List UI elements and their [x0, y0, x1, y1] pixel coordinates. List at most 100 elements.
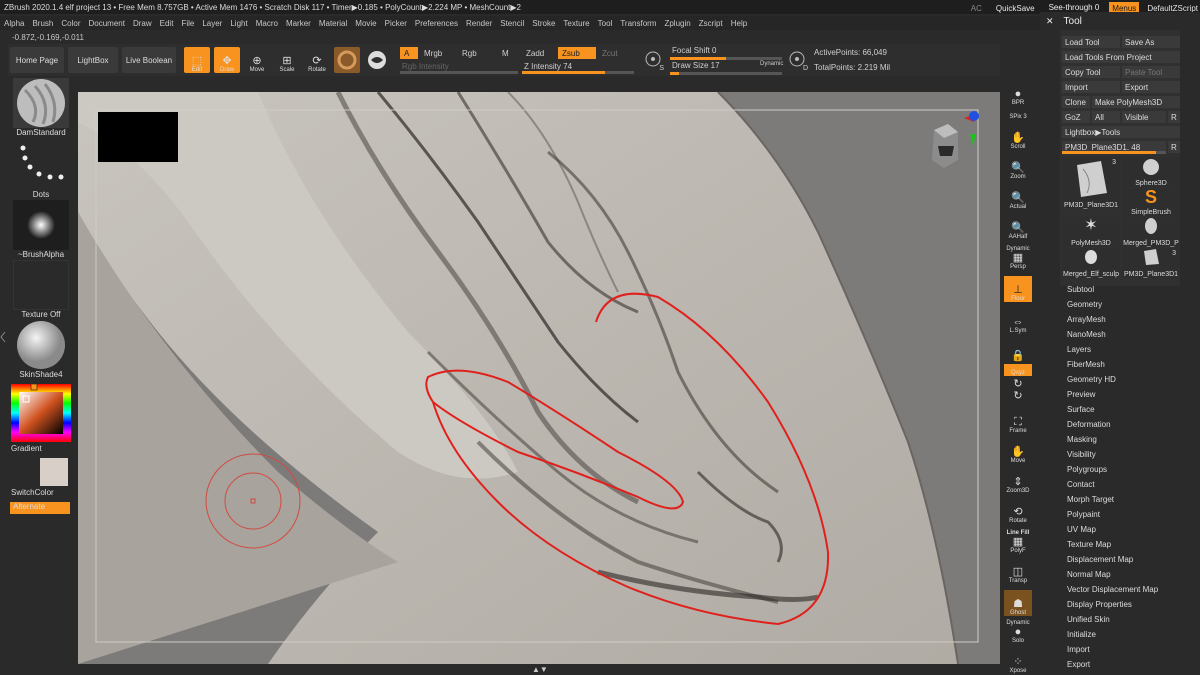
menu-layer[interactable]: Layer [198, 19, 226, 28]
draw-size-track[interactable] [670, 72, 782, 75]
save-as-button[interactable]: Save As [1122, 36, 1180, 48]
left-dock-handle[interactable] [0, 330, 6, 344]
zsub-toggle[interactable]: Zsub [558, 47, 596, 59]
live-boolean-button[interactable]: Live Boolean [122, 47, 176, 73]
menu-macro[interactable]: Macro [252, 19, 282, 28]
alpha-slot[interactable]: ~BrushAlpha [11, 200, 71, 259]
subpalette-subtool[interactable]: Subtool [1067, 285, 1094, 294]
draw-size-slider[interactable]: Draw Size 17 [672, 61, 720, 70]
floor-button[interactable]: ⊥ Floor [1004, 276, 1032, 302]
subpalette-export[interactable]: Export [1067, 660, 1090, 669]
subpalette-nanomesh[interactable]: NanoMesh [1067, 330, 1106, 339]
lock-button[interactable]: 🔒 [1004, 336, 1032, 362]
goz-r-button[interactable]: R [1168, 111, 1180, 123]
menu-stroke[interactable]: Stroke [528, 19, 559, 28]
material-swatch-button[interactable] [334, 47, 360, 73]
rotate-view-button[interactable]: ⟲ Rotate [1004, 498, 1032, 524]
rotate-y-icon[interactable]: ↻ [1004, 378, 1032, 390]
d-badge[interactable]: D [788, 50, 808, 72]
scroll-button[interactable]: ✋ Scroll [1004, 124, 1032, 150]
secondary-color-swatch[interactable] [40, 458, 68, 486]
tool-slot-merged-elf[interactable]: Merged_Elf_sculp [1062, 248, 1120, 278]
focal-shift-slider[interactable]: Focal Shift 0 [672, 46, 716, 55]
tool-pin-icon[interactable]: ✕ [1046, 16, 1054, 27]
goz-all-button[interactable]: All [1092, 111, 1120, 123]
zcut-toggle[interactable]: Zcut [598, 47, 622, 59]
subpalette-vector-displacement-map[interactable]: Vector Displacement Map [1067, 585, 1158, 594]
zadd-toggle[interactable]: Zadd [522, 47, 548, 59]
menu-alpha[interactable]: Alpha [0, 19, 28, 28]
menu-help[interactable]: Help [727, 19, 751, 28]
load-tool-button[interactable]: Load Tool [1062, 36, 1120, 48]
menu-light[interactable]: Light [226, 19, 251, 28]
subpalette-geometry[interactable]: Geometry [1067, 300, 1102, 309]
subpalette-surface[interactable]: Surface [1067, 405, 1095, 414]
brush-mode-button[interactable] [364, 47, 390, 73]
tool-slot-pm3d-plane[interactable]: 3 PM3D_Plane3D1 [1062, 157, 1120, 209]
solo-button[interactable]: Dynamic ● Solo [1004, 618, 1032, 644]
menu-file[interactable]: File [177, 19, 198, 28]
subpalette-display-properties[interactable]: Display Properties [1067, 600, 1132, 609]
menu-stencil[interactable]: Stencil [496, 19, 528, 28]
s-badge[interactable]: S [644, 50, 664, 72]
bottom-expand-icon[interactable]: ▲▼ [532, 665, 548, 674]
quicksave-button[interactable]: QuickSave [992, 2, 1039, 15]
switch-color-button[interactable]: SwitchColor [11, 488, 71, 497]
a-toggle[interactable]: A [400, 47, 418, 59]
frame-button[interactable]: ⛶ Frame [1004, 408, 1032, 434]
goz-button[interactable]: GoZ [1062, 111, 1090, 123]
move-button[interactable]: ⊕ Move [244, 47, 270, 73]
menu-tool[interactable]: Tool [594, 19, 617, 28]
actual-button[interactable]: 🔍 Actual [1004, 184, 1032, 210]
menu-document[interactable]: Document [85, 19, 129, 28]
menu-transform[interactable]: Transform [616, 19, 660, 28]
copy-tool-button[interactable]: Copy Tool [1062, 66, 1120, 78]
menu-edit[interactable]: Edit [156, 19, 178, 28]
subpalette-polygroups[interactable]: Polygroups [1067, 465, 1107, 474]
subpalette-displacement-map[interactable]: Displacement Map [1067, 555, 1133, 564]
tool-slot-polymesh3d[interactable]: ✶ PolyMesh3D [1062, 217, 1120, 247]
goz-visible-button[interactable]: Visible [1122, 111, 1166, 123]
zoom3d-button[interactable]: ⇕ Zoom3D [1004, 468, 1032, 494]
bpr-button[interactable]: ● BPR [1004, 80, 1032, 106]
tool-slot-sphere3d[interactable]: Sphere3D [1122, 157, 1180, 187]
menu-render[interactable]: Render [462, 19, 496, 28]
subpalette-uv-map[interactable]: UV Map [1067, 525, 1096, 534]
scale-button[interactable]: ⊞ Scale [274, 47, 300, 73]
import-tool-button[interactable]: Import [1062, 81, 1120, 93]
subpalette-preview[interactable]: Preview [1067, 390, 1095, 399]
menu-brush[interactable]: Brush [28, 19, 57, 28]
menu-draw[interactable]: Draw [129, 19, 156, 28]
subpalette-morph-target[interactable]: Morph Target [1067, 495, 1114, 504]
subpalette-initialize[interactable]: Initialize [1067, 630, 1096, 639]
subpalette-geometry-hd[interactable]: Geometry HD [1067, 375, 1116, 384]
z-intensity-track[interactable] [522, 71, 634, 74]
home-page-button[interactable]: Home Page [10, 47, 64, 73]
zoom-button[interactable]: 🔍 Zoom [1004, 154, 1032, 180]
subpalette-texture-map[interactable]: Texture Map [1067, 540, 1111, 549]
menu-zplugin[interactable]: Zplugin [660, 19, 694, 28]
material-slot[interactable]: SkinShade4 [11, 320, 71, 379]
make-polymesh-button[interactable]: Make PolyMesh3D [1092, 96, 1180, 108]
tool-slot-merged-pm3d[interactable]: Merged_PM3D_P [1122, 217, 1180, 247]
rgb-toggle[interactable]: Rgb [458, 47, 481, 59]
menu-zscript[interactable]: Zscript [695, 19, 727, 28]
persp-button[interactable]: Dynamic ▦ Persp [1004, 244, 1032, 270]
rotate-z-icon[interactable]: ↻ [1004, 390, 1032, 402]
rgb-intensity-slider[interactable]: Rgb Intensity [402, 62, 449, 71]
menu-color[interactable]: Color [57, 19, 84, 28]
clone-button[interactable]: Clone [1062, 96, 1090, 108]
subpalette-unified-skin[interactable]: Unified Skin [1067, 615, 1110, 624]
mrgb-toggle[interactable]: Mrgb [420, 47, 446, 59]
menu-material[interactable]: Material [315, 19, 351, 28]
brush-slot[interactable]: DamStandard [11, 78, 71, 137]
ghost-button[interactable]: ☗ Ghost [1004, 590, 1032, 616]
navigation-cube-icon[interactable] [914, 110, 986, 180]
load-tools-from-project-button[interactable]: Load Tools From Project [1062, 51, 1180, 63]
dynamic-toggle[interactable]: Dynamic [760, 61, 783, 67]
edit-button[interactable]: ⬚ Edit [184, 47, 210, 73]
menu-picker[interactable]: Picker [381, 19, 411, 28]
aahalf-button[interactable]: 🔍 AAHalf [1004, 214, 1032, 240]
move-view-button[interactable]: ✋ Move [1004, 438, 1032, 464]
rotate-button[interactable]: ⟳ Rotate [304, 47, 330, 73]
